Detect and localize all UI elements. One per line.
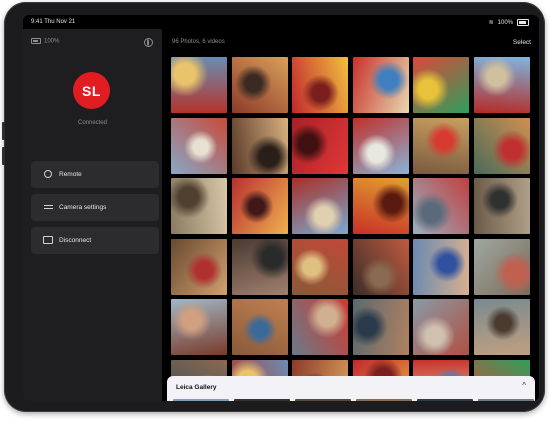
photo-thumbnail[interactable] [231,57,288,113]
status-right: ≋ 100% [489,19,529,26]
connection-status: Connected [77,120,108,126]
library-header: 96 Photos, 6 videos Select [172,39,531,49]
status-battery-label: 100% [497,19,513,26]
remote-button[interactable]: Remote [31,161,159,188]
photo-thumbnail[interactable] [352,299,409,355]
leica-gallery-sheet[interactable]: Leica Gallery ^ [167,376,535,401]
photo-thumbnail[interactable] [413,238,469,295]
camera-avatar: SL [73,72,110,109]
camera-settings-label: Camera settings [59,204,107,211]
camera-settings-button[interactable]: Camera settings [31,194,159,221]
photo-thumbnail[interactable] [352,178,409,234]
gallery-strip [173,399,534,401]
gallery-thumbnail[interactable] [234,399,290,401]
photo-thumbnail[interactable] [413,117,469,174]
disconnect-icon [43,235,53,244]
remote-label: Remote [59,171,82,178]
photo-thumbnail[interactable] [171,57,227,113]
disconnect-button[interactable]: Disconnect [31,227,159,254]
photo-thumbnail[interactable] [352,117,409,174]
sliders-icon [43,204,53,210]
gallery-title: Leica Gallery [176,384,217,391]
globe-icon[interactable] [144,38,153,47]
gallery-thumbnail[interactable] [173,399,229,401]
status-bar: 9:41 Thu Nov 21 ≋ 100% [23,15,539,29]
photo-thumbnail[interactable] [473,299,530,355]
photo-thumbnail[interactable] [171,238,227,295]
photo-thumbnail[interactable] [292,299,348,355]
select-button[interactable]: Select [513,39,531,46]
gallery-thumbnail[interactable] [295,399,351,401]
photo-thumbnail[interactable] [171,117,227,174]
wifi-icon: ≋ [488,20,494,26]
volume-up-button [2,122,5,140]
photo-thumbnail[interactable] [413,178,469,234]
screen: 9:41 Thu Nov 21 ≋ 100% 100% SL Connected… [23,15,539,401]
photo-thumbnail[interactable] [231,299,288,355]
photo-thumbnail[interactable] [292,57,348,113]
photo-thumbnail[interactable] [473,57,530,113]
photo-grid [171,57,530,401]
battery-icon [517,19,529,26]
camera-battery-icon [31,38,41,44]
photo-count: 96 Photos, 6 videos [172,39,225,45]
photo-thumbnail[interactable] [231,178,288,234]
gallery-thumbnail[interactable] [478,399,534,401]
photo-thumbnail[interactable] [473,238,530,295]
disconnect-label: Disconnect [59,237,92,244]
photo-thumbnail[interactable] [352,57,409,113]
photo-thumbnail[interactable] [413,57,469,113]
sidebar-top: 100% [31,38,155,48]
gallery-thumbnail[interactable] [356,399,412,401]
photo-thumbnail[interactable] [352,238,409,295]
photo-thumbnail[interactable] [473,117,530,174]
photo-thumbnail[interactable] [171,299,227,355]
volume-down-button [2,147,5,165]
photo-thumbnail[interactable] [231,238,288,295]
photo-library: 96 Photos, 6 videos Select Leica Gallery… [162,29,539,401]
gallery-thumbnail[interactable] [417,399,473,401]
photo-thumbnail[interactable] [413,299,469,355]
camera-battery-label: 100% [44,38,60,45]
chevron-up-icon[interactable]: ^ [522,381,526,390]
status-time: 9:41 Thu Nov 21 [31,19,76,25]
photo-thumbnail[interactable] [473,178,530,234]
photo-thumbnail[interactable] [231,117,288,174]
photo-thumbnail[interactable] [292,178,348,234]
photo-thumbnail[interactable] [292,117,348,174]
sidebar: 100% SL Connected Remote Camera settings… [23,29,162,401]
remote-icon [44,169,52,178]
tablet-device: 9:41 Thu Nov 21 ≋ 100% 100% SL Connected… [2,2,545,412]
photo-thumbnail[interactable] [292,238,348,295]
photo-thumbnail[interactable] [171,178,227,234]
